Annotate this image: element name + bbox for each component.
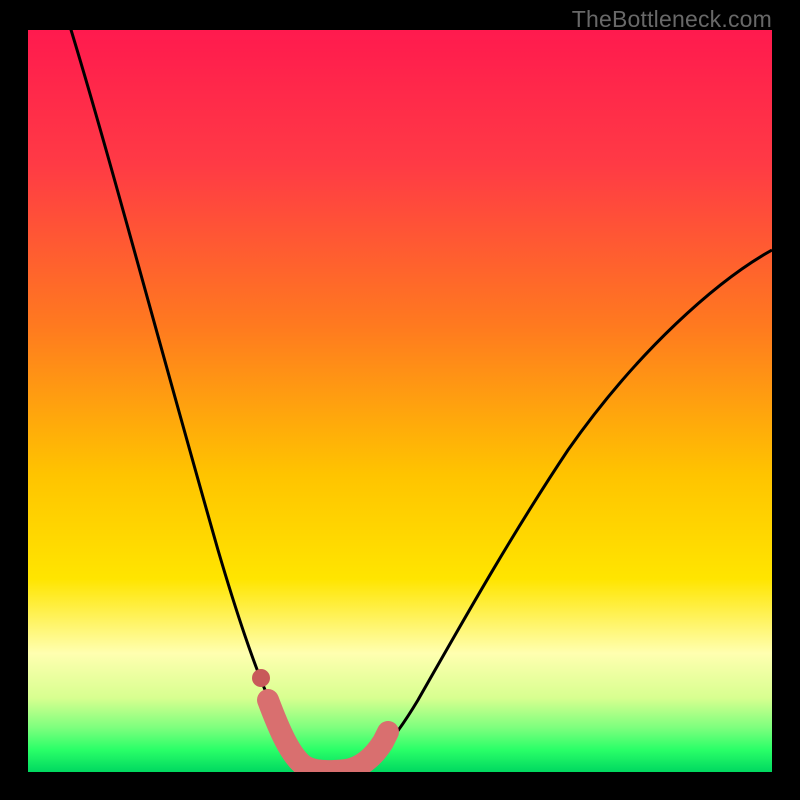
chart-background-gradient [28, 30, 772, 772]
chart-frame [28, 30, 772, 772]
watermark-text: TheBottleneck.com [572, 6, 772, 33]
